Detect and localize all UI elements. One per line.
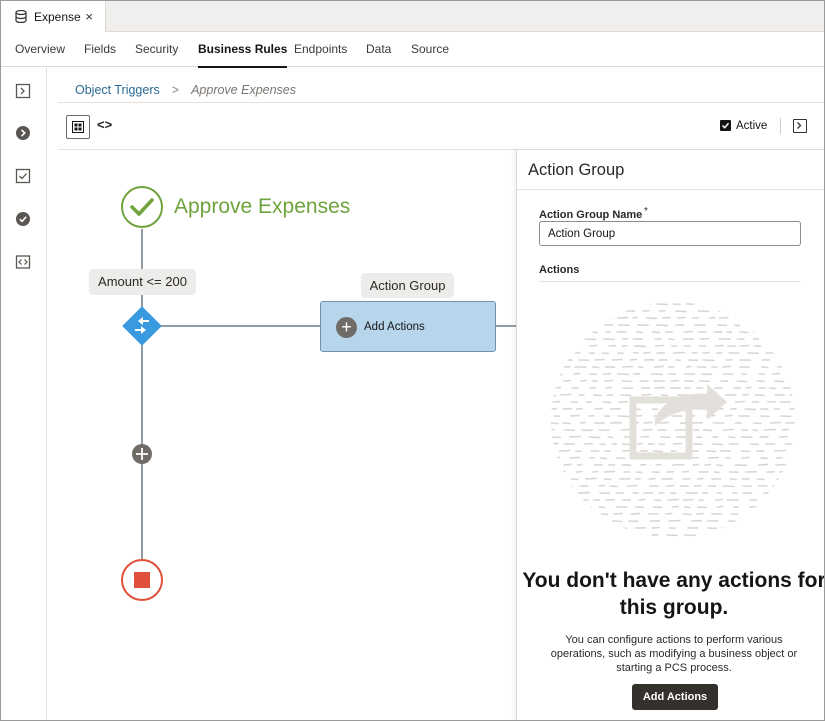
toolbar-separator [780,118,781,134]
condition-label[interactable]: Amount <= 200 [89,269,196,295]
condition-node-icon[interactable] [122,306,162,346]
action-group-name-input[interactable] [539,221,801,246]
end-node-stop-icon[interactable] [121,559,163,601]
divider [539,281,801,282]
empty-state-description: You can configure actions to perform var… [550,634,798,674]
empty-state-title: You don't have any actions for this grou… [522,569,825,619]
action-group-node[interactable]: + Add Actions [320,301,496,352]
action-group-name-label: Action Group Name [539,209,643,221]
empty-state-illustration [551,302,795,537]
add-icon: + [336,317,357,338]
start-node-check-icon[interactable] [121,186,163,228]
active-checkbox[interactable] [720,120,731,131]
actions-section-label: Actions [539,264,580,276]
panel-toggle-icon[interactable] [793,119,807,133]
add-actions-button[interactable]: Add Actions [632,684,718,710]
action-node-label: Add Actions [364,321,425,333]
flow-canvas [121,186,516,601]
action-group-panel: Action Group Action Group Name * Actions… [516,150,825,720]
action-group-label[interactable]: Action Group [361,273,454,298]
app-frame: Expense × Overview Fields Security Busin… [0,0,825,721]
start-node-title: Approve Expenses [174,195,351,218]
add-step-icon[interactable] [132,444,152,464]
required-mark: * [644,206,648,217]
panel-title: Action Group [528,161,625,179]
active-label: Active [736,120,768,132]
divider [517,189,824,190]
